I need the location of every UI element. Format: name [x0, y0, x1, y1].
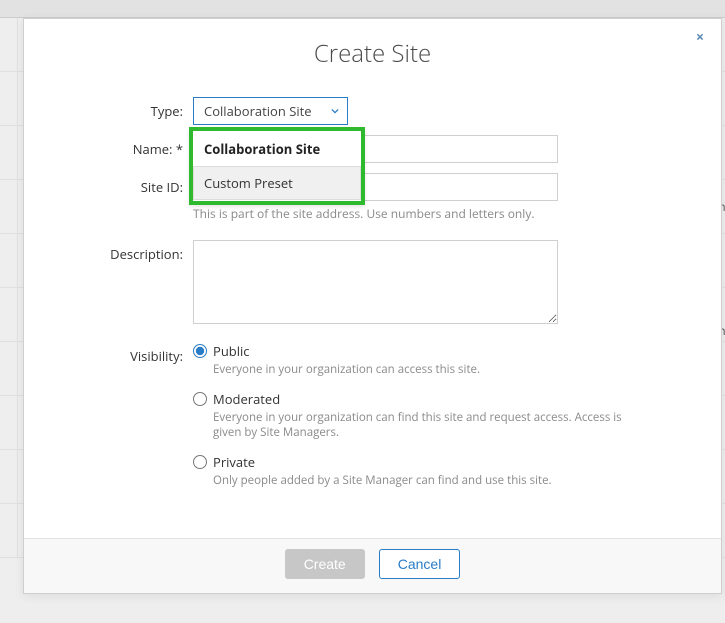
radio-moderated[interactable] — [193, 392, 207, 406]
site-id-helper-text: This is part of the site address. Use nu… — [193, 205, 675, 222]
chevron-down-icon — [331, 107, 339, 115]
field-site-id: Site ID: This is part of the site addres… — [70, 173, 675, 222]
type-dropdown[interactable]: Collaboration Site — [193, 97, 348, 125]
type-option-custom-preset[interactable]: Custom Preset — [193, 166, 361, 200]
radio-public[interactable] — [193, 344, 207, 358]
visibility-option-moderated: Moderated Everyone in your organization … — [193, 390, 675, 441]
field-name: Name: * — [70, 135, 675, 163]
visibility-label-moderated: Moderated — [213, 390, 280, 408]
dialog-title: Create Site — [24, 37, 721, 70]
visibility-desc-private: Only people added by a Site Manager can … — [213, 473, 633, 489]
dialog-body: Type: Collaboration Site Collaboration S… — [24, 97, 721, 538]
cancel-button[interactable]: Cancel — [379, 549, 461, 579]
radio-private[interactable] — [193, 455, 207, 469]
label-name: Name: * — [70, 135, 193, 158]
visibility-desc-public: Everyone in your organization can access… — [213, 362, 633, 378]
close-icon[interactable]: × — [691, 29, 709, 47]
visibility-label-public: Public — [213, 342, 250, 360]
type-option-collaboration-site[interactable]: Collaboration Site — [193, 132, 361, 166]
field-type: Type: Collaboration Site Collaboration S… — [70, 97, 675, 125]
dialog-footer: Create Cancel — [24, 538, 721, 593]
visibility-desc-moderated: Everyone in your organization can find t… — [213, 410, 633, 441]
create-button[interactable]: Create — [285, 549, 365, 579]
description-textarea[interactable] — [193, 240, 558, 324]
label-site-id: Site ID: — [70, 173, 193, 196]
type-dropdown-value: Collaboration Site — [204, 102, 312, 120]
type-dropdown-menu: Collaboration Site Custom Preset — [189, 127, 365, 205]
label-type: Type: — [70, 97, 193, 120]
visibility-option-public: Public Everyone in your organization can… — [193, 342, 675, 378]
visibility-option-private: Private Only people added by a Site Mana… — [193, 453, 675, 489]
field-visibility: Visibility: Public Everyone in your orga… — [70, 342, 675, 488]
field-description: Description: — [70, 240, 675, 328]
visibility-label-private: Private — [213, 453, 255, 471]
label-description: Description: — [70, 240, 193, 263]
create-site-dialog: Create Site × Type: Collaboration Site C… — [23, 18, 722, 594]
dialog-header: Create Site × — [24, 19, 721, 97]
label-visibility: Visibility: — [70, 342, 193, 365]
